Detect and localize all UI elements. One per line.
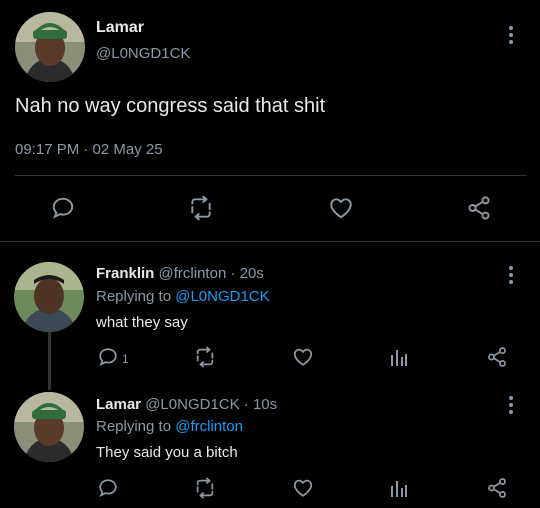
share-icon [488,347,506,367]
analytics-button[interactable] [389,477,409,499]
reply-meta[interactable]: @L0NGD1CK · 10s [145,396,277,413]
comment-icon [52,197,74,219]
like-button[interactable] [291,477,315,499]
share-button[interactable] [485,346,509,368]
divider [15,175,527,176]
tweet-timestamp: 09:17 PM · 02 May 25 [15,141,163,158]
divider [0,241,540,242]
share-button[interactable] [485,477,509,499]
replying-to: Replying to @frclinton [96,418,243,435]
reply-count: 1 [122,352,129,366]
comment-button[interactable]: 1 [97,346,129,368]
author-handle[interactable]: @L0NGD1CK [96,45,190,62]
tweet-text: Nah no way congress said that shit [15,95,326,117]
like-button[interactable] [291,346,315,368]
replying-to-prefix: Replying to [96,418,172,435]
avatar-franklin[interactable] [14,262,84,332]
retweet-button[interactable] [193,346,217,368]
reply-meta[interactable]: @frclinton · 20s [159,265,264,282]
avatar-lamar[interactable] [15,12,85,82]
replying-to: Replying to @L0NGD1CK [96,288,270,305]
reply-text: They said you a bitch [96,444,238,461]
comment-icon [99,348,117,367]
analytics-button[interactable] [389,346,409,368]
reply-author-name[interactable]: Franklin [96,265,154,282]
author-name[interactable]: Lamar [96,19,144,37]
comment-button[interactable] [97,477,119,499]
more-options-icon[interactable] [509,266,515,287]
reply-author-name[interactable]: Lamar [96,396,141,413]
reply-header: Lamar @L0NGD1CK · 10s [96,396,277,413]
retweet-button[interactable] [187,195,215,221]
reply-text: what they say [96,314,188,331]
more-options-icon[interactable] [509,396,515,417]
comment-button[interactable] [50,195,76,221]
avatar-lamar[interactable] [14,392,84,462]
reply-header: Franklin @frclinton · 20s [96,265,264,282]
like-icon [293,348,313,366]
like-icon [330,198,352,219]
analytics-icon [391,350,407,366]
analytics-icon [391,481,407,497]
more-options-icon[interactable] [509,26,515,47]
replying-to-link[interactable]: @L0NGD1CK [175,288,269,305]
share-icon [468,196,490,220]
share-icon [488,478,506,498]
retweet-icon [196,346,214,368]
thread-line [48,330,51,390]
retweet-icon [191,195,211,221]
share-button[interactable] [465,195,493,221]
replying-to-prefix: Replying to [96,288,172,305]
retweet-icon [196,477,214,499]
like-icon [293,479,313,497]
like-button[interactable] [327,195,355,221]
retweet-button[interactable] [193,477,217,499]
replying-to-link[interactable]: @frclinton [175,418,243,435]
comment-icon [99,479,117,498]
